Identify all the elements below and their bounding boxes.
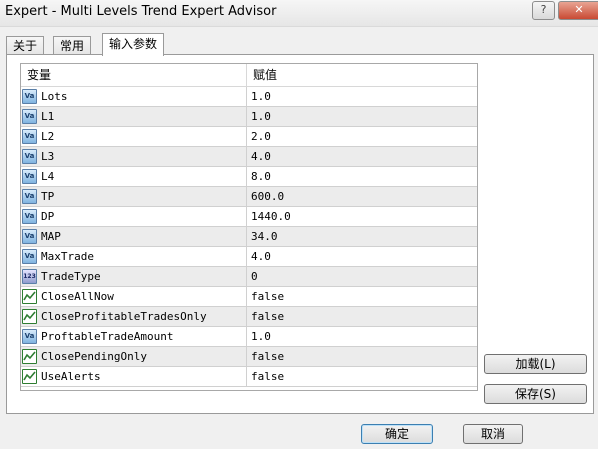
variable-cell: Va L3 [21, 147, 247, 166]
variable-name: CloseProfitableTradesOnly [41, 310, 207, 323]
close-button[interactable]: ✕ [558, 1, 598, 20]
variable-name: L2 [41, 130, 55, 143]
double-value-icon: Va [22, 149, 37, 164]
variable-cell: CloseAllNow [21, 287, 247, 306]
value-cell[interactable]: 1.0 [247, 327, 477, 346]
variable-name: TP [41, 190, 55, 203]
value-cell[interactable]: 0 [247, 267, 477, 286]
variable-cell: Va MaxTrade [21, 247, 247, 266]
table-row[interactable]: Va L1 1.0 [21, 107, 477, 127]
value-cell[interactable]: 1.0 [247, 107, 477, 126]
tab-about[interactable]: 关于 [6, 36, 45, 55]
double-value-icon: Va [22, 109, 37, 124]
table-row[interactable]: Va L3 4.0 [21, 147, 477, 167]
value-cell[interactable]: false [247, 307, 477, 326]
variable-cell: CloseProfitableTradesOnly [21, 307, 247, 326]
table-row[interactable]: ClosePendingOnly false [21, 347, 477, 367]
variable-name: DP [41, 210, 55, 223]
title-bar: Expert - Multi Levels Trend Expert Advis… [0, 0, 598, 27]
table-row[interactable]: Va L2 2.0 [21, 127, 477, 147]
variable-name: L4 [41, 170, 55, 183]
value-cell[interactable]: 34.0 [247, 227, 477, 246]
help-button[interactable]: ? [532, 1, 555, 20]
variable-name: CloseAllNow [41, 290, 114, 303]
value-cell[interactable]: false [247, 347, 477, 366]
variable-name: UseAlerts [41, 370, 101, 383]
watermark-logo [472, 411, 598, 449]
boolean-value-icon [22, 349, 37, 364]
double-value-icon: Va [22, 329, 37, 344]
variable-cell: Va L4 [21, 167, 247, 186]
value-cell[interactable]: false [247, 367, 477, 386]
double-value-icon: Va [22, 209, 37, 224]
value-cell[interactable]: 1.0 [247, 87, 477, 106]
variable-cell: Va L2 [21, 127, 247, 146]
parameters-grid: 变量 赋值 Va Lots 1.0 Va L1 1.0 Va L2 2.0 Va L3 4.0 Va L4… [20, 63, 478, 391]
value-cell[interactable]: 8.0 [247, 167, 477, 186]
grid-rows: Va Lots 1.0 Va L1 1.0 Va L2 2.0 Va L3 4.0 Va L4 8.0 Va T… [21, 87, 477, 387]
value-cell[interactable]: 1440.0 [247, 207, 477, 226]
variable-name: Lots [41, 90, 68, 103]
variable-name: L3 [41, 150, 55, 163]
variable-cell: 123 TradeType [21, 267, 247, 286]
table-row[interactable]: CloseProfitableTradesOnly false [21, 307, 477, 327]
double-value-icon: Va [22, 129, 37, 144]
variable-name: L1 [41, 110, 55, 123]
table-row[interactable]: Va TP 600.0 [21, 187, 477, 207]
variable-name: TradeType [41, 270, 101, 283]
table-row[interactable]: UseAlerts false [21, 367, 477, 387]
variable-cell: Va DP [21, 207, 247, 226]
variable-name: MaxTrade [41, 250, 94, 263]
value-cell[interactable]: false [247, 287, 477, 306]
tab-inputs[interactable]: 输入参数 [102, 33, 165, 56]
boolean-value-icon [22, 289, 37, 304]
variable-name: ClosePendingOnly [41, 350, 147, 363]
double-value-icon: Va [22, 89, 37, 104]
double-value-icon: Va [22, 229, 37, 244]
grid-header: 变量 赋值 [21, 64, 477, 87]
variable-cell: Va L1 [21, 107, 247, 126]
save-button[interactable]: 保存(S) [484, 384, 587, 404]
variable-cell: Va MAP [21, 227, 247, 246]
table-row[interactable]: Va ProftableTradeAmount 1.0 [21, 327, 477, 347]
boolean-value-icon [22, 369, 37, 384]
table-row[interactable]: Va MAP 34.0 [21, 227, 477, 247]
table-row[interactable]: Va DP 1440.0 [21, 207, 477, 227]
double-value-icon: Va [22, 249, 37, 264]
table-row[interactable]: Va L4 8.0 [21, 167, 477, 187]
value-cell[interactable]: 600.0 [247, 187, 477, 206]
column-header-variable[interactable]: 变量 [21, 64, 247, 86]
variable-name: MAP [41, 230, 61, 243]
double-value-icon: Va [22, 169, 37, 184]
ok-button[interactable]: 确定 [361, 424, 433, 444]
table-row[interactable]: CloseAllNow false [21, 287, 477, 307]
variable-name: ProftableTradeAmount [41, 330, 174, 343]
value-cell[interactable]: 4.0 [247, 247, 477, 266]
variable-cell: Va ProftableTradeAmount [21, 327, 247, 346]
value-cell[interactable]: 4.0 [247, 147, 477, 166]
boolean-value-icon [22, 309, 37, 324]
table-row[interactable]: Va MaxTrade 4.0 [21, 247, 477, 267]
value-cell[interactable]: 2.0 [247, 127, 477, 146]
window-title: Expert - Multi Levels Trend Expert Advis… [5, 4, 277, 19]
variable-cell: Va TP [21, 187, 247, 206]
variable-cell: UseAlerts [21, 367, 247, 386]
double-value-icon: Va [22, 189, 37, 204]
load-button[interactable]: 加载(L) [484, 354, 587, 374]
column-header-value[interactable]: 赋值 [247, 64, 477, 86]
variable-cell: Va Lots [21, 87, 247, 106]
table-row[interactable]: 123 TradeType 0 [21, 267, 477, 287]
tab-common[interactable]: 常用 [53, 36, 92, 55]
variable-cell: ClosePendingOnly [21, 347, 247, 366]
integer-value-icon: 123 [22, 269, 37, 284]
table-row[interactable]: Va Lots 1.0 [21, 87, 477, 107]
